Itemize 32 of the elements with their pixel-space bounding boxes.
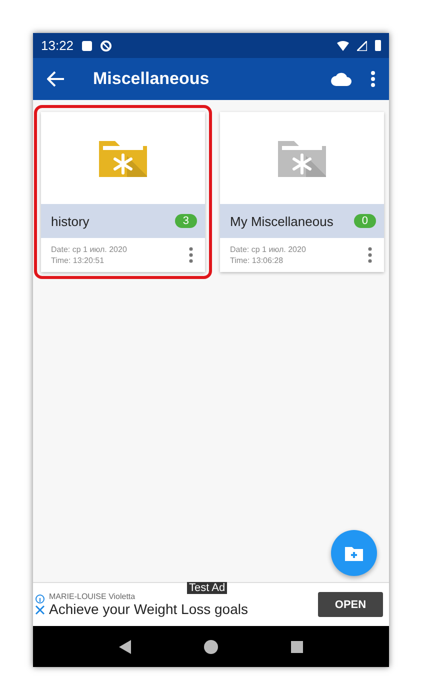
count-badge: 3 [174, 214, 197, 228]
folder-name: history [51, 214, 90, 228]
folder-card[interactable]: My Miscellaneous 0 Date: ср 1 июл. 2020 Time: 13:06:28 [220, 112, 384, 272]
more-button[interactable] [189, 247, 193, 263]
add-folder-icon [345, 546, 363, 560]
data-saver-icon [100, 40, 112, 52]
signal-icon [357, 40, 367, 50]
folder-time: Time: 13:06:28 [230, 256, 284, 265]
close-icon[interactable] [35, 605, 45, 615]
folder-date: Date: ср 1 июл. 2020 [230, 245, 306, 254]
more-button[interactable] [368, 247, 372, 263]
folder-date: Date: ср 1 июл. 2020 [51, 245, 127, 254]
folder-name: My Miscellaneous [230, 214, 334, 228]
folder-card[interactable]: history 3 Date: ср 1 июл. 2020 Time: 13:20:51 [41, 112, 205, 272]
ad-headline[interactable]: Achieve your Weight Loss goals [49, 601, 314, 617]
app-title: Miscellaneous [93, 69, 210, 89]
recents-icon[interactable] [290, 640, 303, 652]
home-icon[interactable] [204, 640, 218, 654]
battery-icon [375, 40, 381, 51]
wifi-icon [337, 40, 349, 50]
add-folder-button[interactable] [331, 530, 377, 576]
folder-time: Time: 13:20:51 [51, 256, 106, 265]
back-icon[interactable] [119, 640, 132, 654]
info-icon[interactable] [35, 594, 45, 604]
count-badge: 0 [354, 214, 376, 228]
cloud-button[interactable] [331, 72, 353, 86]
ad-advertiser: MARIE-LOUISE Violetta [49, 592, 136, 601]
notification-icon [82, 40, 92, 50]
test-ad-label: Test Ad [187, 582, 228, 594]
status-time: 13:22 [41, 38, 74, 53]
open-button[interactable]: OPEN [318, 592, 383, 617]
back-button[interactable] [47, 71, 65, 87]
